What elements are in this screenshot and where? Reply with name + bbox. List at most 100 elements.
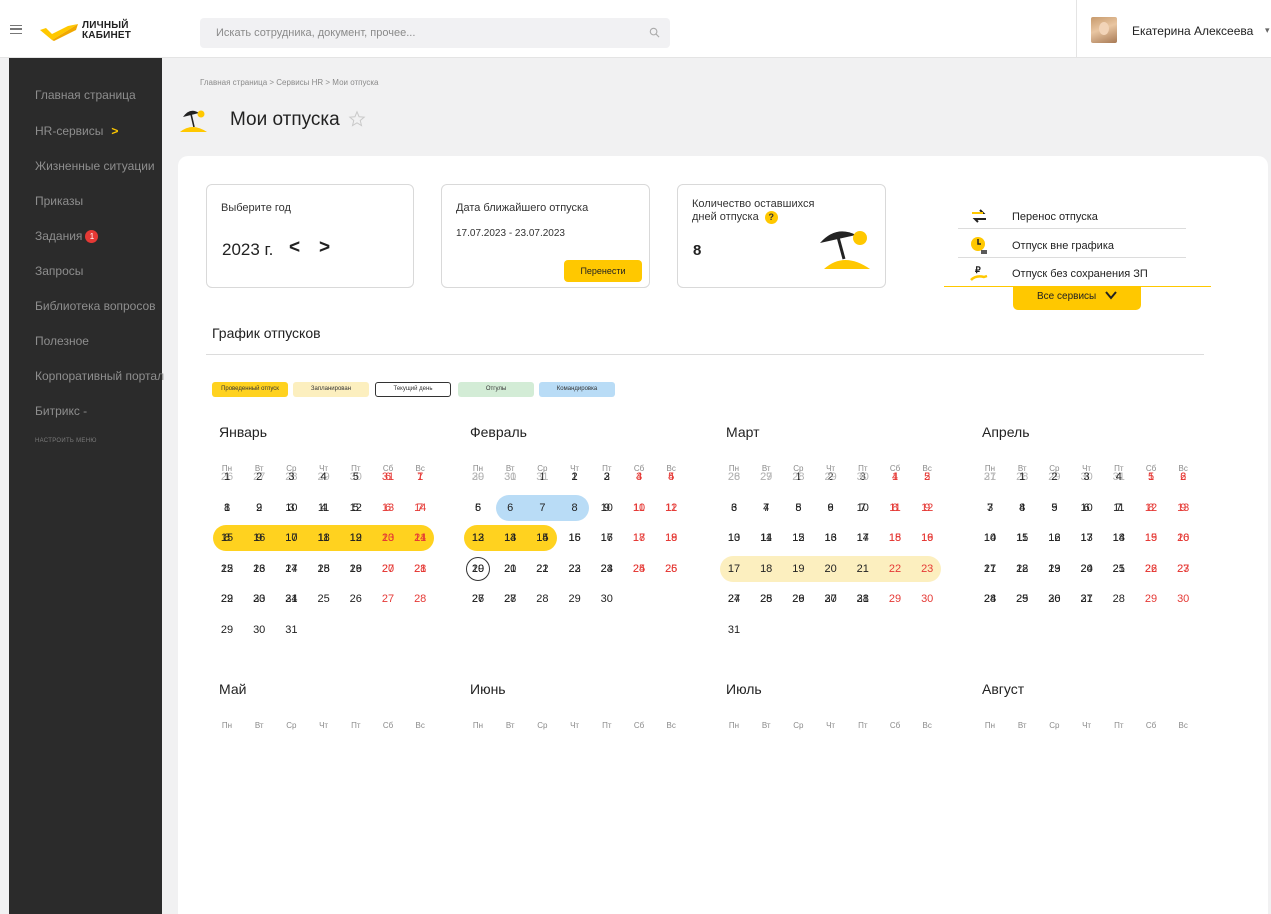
calendar-day[interactable]: 3 [718,496,750,520]
calendar-day[interactable]: 20 [815,557,847,581]
calendar-day[interactable]: 19 [782,557,814,581]
calendar-day[interactable]: 30 [847,465,879,489]
calendar-day[interactable]: 11 [308,496,340,520]
calendar-day[interactable]: 11 [655,496,687,520]
calendar-day[interactable]: 27 [1167,557,1199,581]
calendar-day[interactable]: 24 [718,587,750,611]
calendar-day[interactable]: 18 [750,557,782,581]
calendar-day[interactable]: 29 [1135,587,1167,611]
calendar-day[interactable]: 31 [974,465,1006,489]
calendar-day[interactable]: 4 [1103,465,1135,489]
reschedule-button[interactable]: Перенести [564,260,642,282]
calendar-day[interactable]: 27 [494,587,526,611]
calendar-day[interactable]: 5 [340,465,372,489]
calendar-day[interactable]: 8 [559,496,591,520]
calendar-day[interactable]: 15 [211,526,243,550]
calendar-day[interactable]: 21 [526,557,558,581]
search-input[interactable]: Искать сотрудника, документ, прочее... [200,18,670,48]
calendar-day[interactable]: 5 [782,496,814,520]
calendar-day[interactable]: 31 [1071,587,1103,611]
calendar-day[interactable]: 27 [815,587,847,611]
calendar-day[interactable]: 17 [275,526,307,550]
calendar-day[interactable]: 15 [1006,526,1038,550]
sidebar-item-hr-services[interactable]: HR-сервисы > [35,124,118,138]
calendar-day[interactable]: 27 [372,557,404,581]
logo[interactable]: ЛИЧНЫЙ КАБИНЕТ [38,18,138,44]
calendar-day[interactable]: 9 [243,496,275,520]
sidebar-item-home[interactable]: Главная страница [35,88,136,102]
calendar-day[interactable]: 29 [462,465,494,489]
calendar-day[interactable]: 28 [974,587,1006,611]
calendar-day[interactable]: 31 [275,618,307,642]
calendar-day[interactable]: 5 [1135,465,1167,489]
calendar-day[interactable]: 13 [815,526,847,550]
calendar-day[interactable]: 6 [372,465,404,489]
calendar-day[interactable]: 24 [275,557,307,581]
sidebar-item-faq-library[interactable]: Библиотека вопросов [35,299,156,313]
calendar-day[interactable]: 6 [1167,465,1199,489]
calendar-day[interactable]: 10 [1071,496,1103,520]
calendar-day[interactable]: 25 [750,587,782,611]
calendar-day[interactable]: 2 [243,465,275,489]
calendar-day[interactable]: 16 [243,526,275,550]
customize-menu-link[interactable]: НАСТРОИТЬ МЕНЮ [35,438,97,444]
calendar-day[interactable]: 13 [494,526,526,550]
calendar-day[interactable]: 26 [340,557,372,581]
calendar-day[interactable]: 25 [308,557,340,581]
calendar-day[interactable]: 1 [211,465,243,489]
calendar-day[interactable]: 6 [815,496,847,520]
calendar-day[interactable]: 1 [1006,465,1038,489]
calendar-day[interactable]: 16 [591,526,623,550]
calendar-day[interactable]: 10 [718,526,750,550]
calendar-day[interactable]: 1 [559,465,591,489]
calendar-day[interactable]: 23 [243,557,275,581]
calendar-day[interactable]: 14 [404,496,436,520]
service-unpaid-vacation[interactable]: ₽ Отпуск без сохранения ЗП [958,260,1186,286]
calendar-day[interactable]: 21 [974,557,1006,581]
calendar-day[interactable]: 22 [879,557,911,581]
calendar-day[interactable]: 12 [462,526,494,550]
search-icon[interactable] [649,27,660,38]
calendar-day[interactable]: 25 [308,587,340,611]
calendar-day[interactable]: 9 [1038,496,1070,520]
calendar-day[interactable]: 25 [1103,557,1135,581]
calendar-day[interactable]: 15 [559,526,591,550]
calendar-day[interactable]: 28 [847,587,879,611]
calendar-day[interactable]: 29 [211,618,243,642]
calendar-day[interactable]: 2 [591,465,623,489]
all-services-button[interactable]: Все сервисы [1013,286,1141,310]
sidebar-item-requests[interactable]: Запросы [35,264,83,278]
sidebar-item-life-situations[interactable]: Жизненные ситуации [35,159,155,173]
calendar-day[interactable]: 31 [275,587,307,611]
calendar-day[interactable]: 3 [623,465,655,489]
calendar-day[interactable]: 14 [974,526,1006,550]
calendar-day[interactable]: 31 [526,465,558,489]
calendar-day[interactable]: 30 [243,618,275,642]
calendar-day[interactable]: 7 [847,496,879,520]
calendar-day[interactable]: 26 [1135,557,1167,581]
calendar-day[interactable]: 13 [372,496,404,520]
calendar-day[interactable]: 31 [718,618,750,642]
calendar-day[interactable]: 1 [879,465,911,489]
calendar-day[interactable]: 20 [494,557,526,581]
calendar-day[interactable]: 29 [211,587,243,611]
calendar-day[interactable]: 11 [750,526,782,550]
calendar-day[interactable]: 19 [340,526,372,550]
calendar-day[interactable]: 23 [911,557,943,581]
calendar-day[interactable]: 29 [815,465,847,489]
calendar-day[interactable]: 26 [782,587,814,611]
calendar-day[interactable]: 26 [718,465,750,489]
calendar-day[interactable]: 26 [462,587,494,611]
calendar-day[interactable]: 19 [1135,526,1167,550]
calendar-day[interactable]: 22 [1006,557,1038,581]
calendar-day[interactable]: 29 [879,587,911,611]
calendar-day[interactable]: 7 [526,496,558,520]
calendar-day[interactable]: 28 [1103,587,1135,611]
calendar-day[interactable]: 16 [911,526,943,550]
calendar-day[interactable]: 21 [847,557,879,581]
next-year-button[interactable]: > [319,237,330,259]
calendar-day[interactable]: 7 [974,496,1006,520]
calendar-day[interactable]: 18 [308,526,340,550]
calendar-day[interactable]: 4 [655,465,687,489]
sidebar-item-orders[interactable]: Приказы [35,194,83,208]
